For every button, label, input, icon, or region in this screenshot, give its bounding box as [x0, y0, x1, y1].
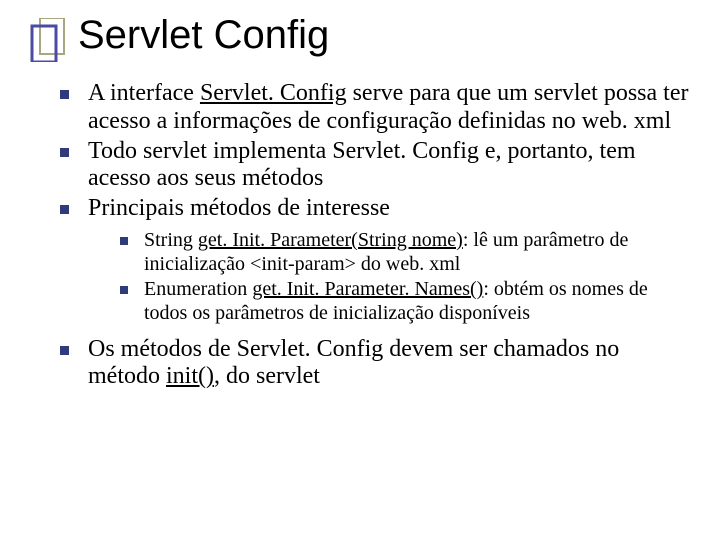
text: , do servlet — [214, 363, 320, 389]
title-ornament — [30, 18, 74, 67]
sub-bullet-item: String get. Init. Parameter(String nome)… — [118, 229, 690, 276]
underlined-text: Servlet. Config — [200, 80, 347, 106]
underlined-text: get. Init. Parameter. Names() — [252, 278, 483, 300]
text: Principais métodos de interesse — [88, 195, 390, 221]
underlined-text: init() — [166, 363, 214, 389]
title-wrap: Servlet Config — [78, 14, 329, 56]
bullet-item: Os métodos de Servlet. Config devem ser … — [58, 336, 690, 392]
bullet-item: Todo servlet implementa Servlet. Config … — [58, 138, 690, 194]
text: A interface — [88, 80, 200, 106]
sub-bullet-list: String get. Init. Parameter(String nome)… — [88, 229, 690, 325]
slide-body: A interface Servlet. Config serve para q… — [58, 80, 690, 393]
text: String — [144, 229, 198, 251]
text: Todo servlet implementa Servlet. Config … — [88, 138, 636, 192]
bullet-item: A interface Servlet. Config serve para q… — [58, 80, 690, 136]
sub-bullet-item: Enumeration get. Init. Parameter. Names(… — [118, 278, 690, 325]
bullet-item: Principais métodos de interesse String ge… — [58, 195, 690, 325]
slide: Servlet Config A interface Servlet. Conf… — [0, 0, 720, 540]
slide-title: Servlet Config — [78, 14, 329, 56]
bullet-list: A interface Servlet. Config serve para q… — [58, 80, 690, 391]
text: Enumeration — [144, 278, 252, 300]
underlined-text: get. Init. Parameter(String nome) — [198, 229, 463, 251]
